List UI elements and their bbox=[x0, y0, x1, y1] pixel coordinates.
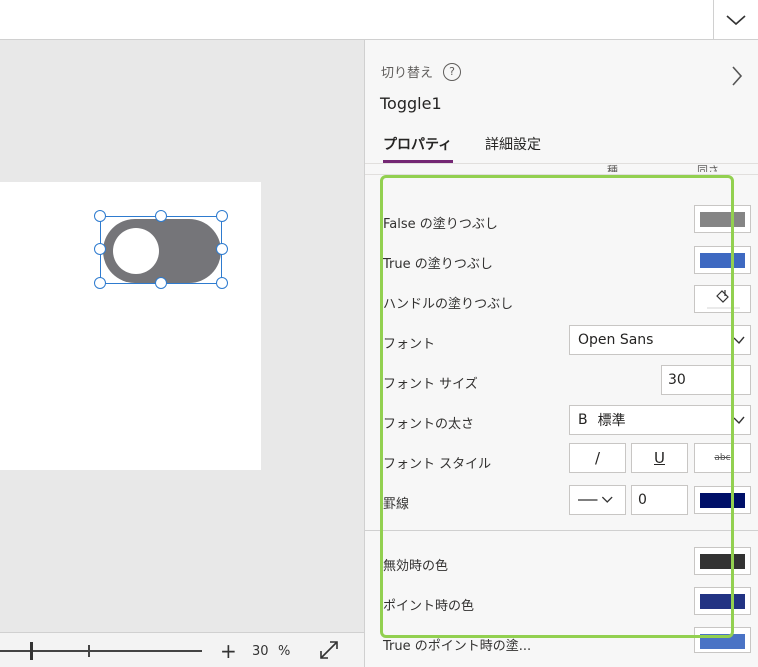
zoom-slider-tick bbox=[88, 645, 90, 657]
font-size-value: 30 bbox=[668, 372, 686, 388]
help-icon[interactable]: ? bbox=[443, 62, 462, 81]
font-weight-value: 標準 bbox=[597, 413, 626, 429]
true-hover-fill-swatch bbox=[700, 634, 745, 649]
line-style-icon bbox=[578, 496, 613, 503]
handle-fill-color-picker[interactable] bbox=[694, 285, 751, 313]
properties-panel: 切り替え ? Toggle1 プロパティ 詳細設定 種 同さ False の塗り… bbox=[364, 40, 758, 667]
chevron-down-icon bbox=[733, 336, 745, 345]
true-fill-color-picker[interactable] bbox=[694, 246, 751, 274]
paint-bucket-icon bbox=[707, 290, 740, 309]
italic-button[interactable]: / bbox=[569, 443, 626, 473]
chevron-right-icon[interactable] bbox=[730, 64, 744, 88]
resize-handle-bottom[interactable] bbox=[155, 277, 167, 289]
resize-handle-bottom-right[interactable] bbox=[216, 277, 228, 289]
true-fill-swatch bbox=[700, 253, 745, 268]
toggle-knob bbox=[113, 228, 159, 274]
disabled-color-swatch bbox=[700, 554, 745, 569]
tab-advanced[interactable]: 詳細設定 bbox=[485, 134, 541, 154]
border-style-dropdown[interactable] bbox=[569, 485, 626, 515]
fit-to-window-icon[interactable] bbox=[318, 639, 340, 661]
expand-formula-button[interactable] bbox=[713, 0, 758, 40]
font-weight-dropdown[interactable]: B 標準 bbox=[569, 405, 751, 435]
resize-handle-left[interactable] bbox=[94, 243, 106, 255]
true-hover-fill-color-picker[interactable] bbox=[694, 627, 751, 653]
strikethrough-glyph: abc bbox=[714, 453, 731, 463]
clipped-label-2: 同さ bbox=[697, 164, 719, 172]
zoom-value[interactable]: 30 bbox=[252, 644, 269, 659]
border-label: 罫線 bbox=[383, 497, 410, 512]
control-type-label: 切り替え ? bbox=[381, 62, 462, 81]
toggle-track bbox=[103, 219, 221, 283]
resize-handle-top[interactable] bbox=[155, 210, 167, 222]
false-fill-color-picker[interactable] bbox=[694, 205, 751, 233]
font-label: フォント bbox=[383, 337, 436, 352]
handle-fill-label: ハンドルの塗りつぶし bbox=[383, 297, 514, 312]
zoom-unit: % bbox=[278, 644, 291, 659]
zoom-in-button[interactable]: + bbox=[220, 639, 237, 663]
font-dropdown[interactable]: Open Sans bbox=[569, 325, 751, 355]
hover-color-swatch bbox=[700, 594, 745, 609]
control-type-text: 切り替え bbox=[381, 66, 434, 81]
disabled-color-label: 無効時の色 bbox=[383, 559, 449, 574]
font-size-label: フォント サイズ bbox=[383, 377, 478, 392]
clipped-label-1: 種 bbox=[607, 164, 618, 172]
section-divider bbox=[365, 530, 758, 531]
underline-glyph: U bbox=[654, 449, 665, 467]
border-color-swatch bbox=[700, 493, 745, 508]
font-style-label: フォント スタイル bbox=[383, 457, 492, 472]
formula-bar[interactable] bbox=[0, 0, 758, 40]
hover-color-picker[interactable] bbox=[694, 587, 751, 615]
bold-glyph: B bbox=[578, 412, 588, 428]
toggle1-control[interactable] bbox=[100, 216, 222, 284]
tab-properties[interactable]: プロパティ bbox=[383, 134, 452, 154]
strikethrough-button[interactable]: abc bbox=[694, 443, 751, 473]
canvas-area[interactable] bbox=[0, 40, 364, 632]
resize-handle-right[interactable] bbox=[216, 243, 228, 255]
true-fill-label: True の塗りつぶし bbox=[383, 257, 493, 272]
disabled-color-picker[interactable] bbox=[694, 547, 751, 575]
false-fill-swatch bbox=[700, 212, 745, 227]
italic-glyph: / bbox=[594, 449, 601, 467]
chevron-down-icon bbox=[726, 15, 746, 26]
control-name[interactable]: Toggle1 bbox=[380, 94, 442, 113]
resize-handle-top-right[interactable] bbox=[216, 210, 228, 222]
font-size-input[interactable]: 30 bbox=[661, 365, 751, 395]
resize-handle-bottom-left[interactable] bbox=[94, 277, 106, 289]
hover-color-label: ポイント時の色 bbox=[383, 599, 475, 614]
true-hover-fill-label: True のポイント時の塗... bbox=[383, 639, 532, 654]
zoom-slider-thumb[interactable] bbox=[30, 642, 33, 660]
chevron-down-icon bbox=[733, 416, 745, 425]
false-fill-label: False の塗りつぶし bbox=[383, 217, 498, 232]
border-thickness-input[interactable]: 0 bbox=[631, 485, 688, 515]
underline-button[interactable]: U bbox=[631, 443, 688, 473]
font-value: Open Sans bbox=[578, 332, 654, 348]
panel-divider bbox=[365, 174, 758, 175]
border-thickness-value: 0 bbox=[638, 492, 647, 508]
font-weight-label: フォントの太さ bbox=[383, 417, 475, 432]
resize-handle-top-left[interactable] bbox=[94, 210, 106, 222]
zoom-bar: + 30 % bbox=[0, 632, 364, 667]
border-color-picker[interactable] bbox=[694, 486, 751, 514]
